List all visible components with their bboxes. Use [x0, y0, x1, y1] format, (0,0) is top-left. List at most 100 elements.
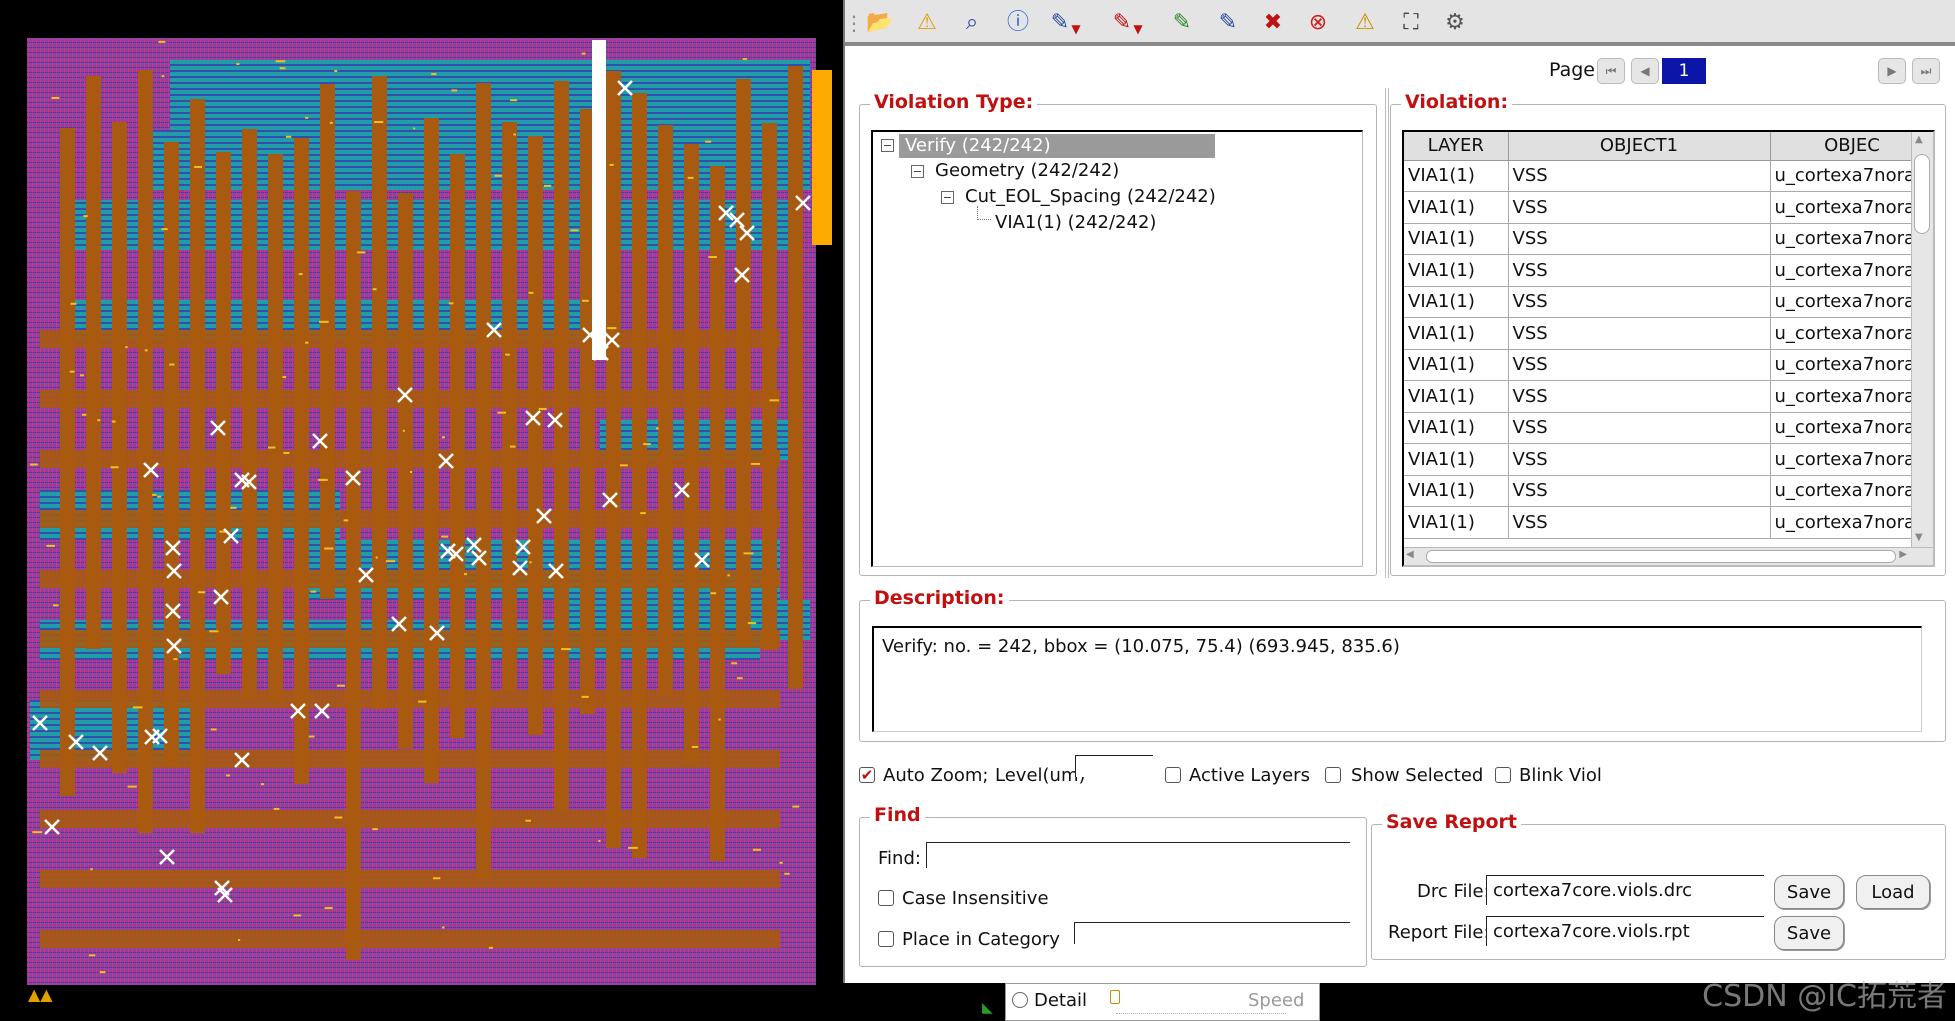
- tree-node-verify[interactable]: Verify (242/242): [899, 134, 1215, 158]
- table-row[interactable]: VIA1(1) VSS u_cortexa7nora: [1404, 223, 1933, 255]
- metal-bit: [51, 96, 60, 99]
- table-row[interactable]: VIA1(1) VSS u_cortexa7nora: [1404, 349, 1933, 381]
- table-row[interactable]: VIA1(1) VSS u_cortexa7nora: [1404, 475, 1933, 507]
- find-input[interactable]: [926, 842, 1350, 868]
- mark-pen-dropdown-icon[interactable]: ▼: [1131, 14, 1145, 44]
- violation-type-tree: − Verify (242/242) − Geometry (242/242) …: [871, 130, 1363, 567]
- tree-node-geometry[interactable]: Geometry (242/242): [935, 160, 1119, 181]
- table-row[interactable]: VIA1(1) VSS u_cortexa7nora: [1404, 160, 1933, 192]
- delete-icon[interactable]: ✖: [1258, 8, 1288, 38]
- table-row[interactable]: VIA1(1) VSS u_cortexa7nora: [1404, 506, 1933, 539]
- scroll-right-icon[interactable]: ▶: [1899, 549, 1907, 560]
- metal-bit: [319, 320, 329, 323]
- side-marker: [812, 70, 832, 245]
- table-vertical-scrollbar[interactable]: ▲ ▼: [1911, 132, 1933, 565]
- metal-bit: [598, 840, 601, 843]
- auto-zoom-checkbox[interactable]: ✔: [859, 767, 875, 783]
- layout-drawing[interactable]: ▲▲: [0, 0, 843, 1021]
- next-page-icon[interactable]: ▶: [1878, 58, 1906, 84]
- metal-stripe: [86, 76, 101, 649]
- table-cell: VSS: [1508, 443, 1771, 476]
- open-folder-icon[interactable]: 📂: [865, 8, 895, 38]
- clear-pen-icon[interactable]: ✎: [1213, 8, 1243, 38]
- collapse-icon[interactable]: −: [911, 165, 924, 178]
- blink-viol-checkbox[interactable]: [1495, 767, 1511, 783]
- load-drc-button[interactable]: Load: [1856, 875, 1930, 909]
- settings-icon[interactable]: ⚙: [1440, 8, 1470, 38]
- stop-icon[interactable]: ⊗: [1303, 8, 1333, 38]
- table-row[interactable]: VIA1(1) VSS u_cortexa7nora: [1404, 412, 1933, 444]
- prev-page-icon[interactable]: ◀: [1631, 58, 1659, 84]
- metal-bit: [46, 544, 56, 547]
- table-row[interactable]: VIA1(1) VSS u_cortexa7nora: [1404, 191, 1933, 224]
- level-input[interactable]: [1075, 755, 1153, 777]
- toolbar: ⋮ 📂 ⚠ ⌕ ⓘ ✎ ▼ ✎ ▼ ✎ ✎ ✖ ⊗ ⚠ ⛶ ⚙: [844, 0, 1955, 46]
- metal-stripe: [242, 129, 257, 699]
- description-group: Description: Verify: no. = 242, bbox = (…: [859, 587, 1946, 742]
- toolbar-grip[interactable]: ⋮: [844, 8, 864, 38]
- fix-pen-icon[interactable]: ✎: [1167, 8, 1197, 38]
- metal-bit: [525, 819, 531, 822]
- zoom-select-icon[interactable]: ⌕: [957, 8, 987, 38]
- warning-icon[interactable]: ⚠: [1350, 8, 1380, 38]
- collapse-icon[interactable]: −: [881, 139, 894, 152]
- report-file-input[interactable]: cortexa7core.viols.rpt: [1486, 916, 1764, 946]
- splitter[interactable]: [1385, 88, 1389, 578]
- table-cell: VIA1(1): [1404, 191, 1509, 224]
- table-row[interactable]: VIA1(1) VSS u_cortexa7nora: [1404, 317, 1933, 350]
- table-cell: VSS: [1508, 475, 1771, 507]
- table-horizontal-scrollbar[interactable]: ◀ ▶: [1404, 547, 1933, 565]
- drc-file-input[interactable]: cortexa7core.viols.drc: [1486, 875, 1764, 905]
- scroll-up-icon[interactable]: ▲: [1915, 134, 1923, 145]
- table-row[interactable]: VIA1(1) VSS u_cortexa7nora: [1404, 286, 1933, 318]
- info-icon[interactable]: ⓘ: [1003, 8, 1033, 38]
- table-horizontal-scrollbar-thumb[interactable]: [1426, 550, 1896, 563]
- table-cell: VSS: [1508, 317, 1771, 350]
- place-in-category-label: Place in Category: [902, 929, 1060, 950]
- table-cell: u_cortexa7nora: [1770, 191, 1933, 224]
- metal-bit: [343, 519, 349, 522]
- metal-bit: [509, 445, 516, 448]
- last-page-icon[interactable]: ⏭: [1912, 58, 1940, 84]
- save-drc-button[interactable]: Save: [1774, 875, 1844, 909]
- active-layers-checkbox[interactable]: [1165, 767, 1181, 783]
- metal-bit: [334, 70, 338, 73]
- metal-bit: [99, 971, 106, 974]
- table-row[interactable]: VIA1(1) VSS u_cortexa7nora: [1404, 254, 1933, 287]
- tree-node-cut-eol-spacing[interactable]: Cut_EOL_Spacing (242/242): [965, 186, 1216, 207]
- metal-stripe: [40, 690, 780, 708]
- table-vertical-scrollbar-thumb[interactable]: [1914, 154, 1930, 234]
- save-report-button[interactable]: Save: [1774, 916, 1844, 950]
- column-header[interactable]: OBJEC: [1770, 132, 1933, 161]
- metal-bit: [561, 648, 571, 651]
- detail-radio[interactable]: [1012, 992, 1028, 1008]
- warning-pen-icon[interactable]: ⚠: [912, 8, 942, 38]
- bottom-toolbar: Detail Speed: [1005, 983, 1320, 1021]
- metal-bit: [640, 512, 646, 515]
- layout-canvas[interactable]: ▲▲: [0, 0, 843, 1021]
- table-cell: VSS: [1508, 160, 1771, 192]
- category-input[interactable]: [1074, 922, 1350, 944]
- show-selected-checkbox[interactable]: [1325, 767, 1341, 783]
- place-in-category-checkbox[interactable]: [878, 931, 894, 947]
- metal-bit: [464, 573, 468, 576]
- metal-stripe: [658, 125, 673, 695]
- scroll-down-icon[interactable]: ▼: [1915, 532, 1923, 543]
- table-cell: u_cortexa7nora: [1770, 317, 1933, 350]
- collapse-icon[interactable]: −: [941, 191, 954, 204]
- page-number-field[interactable]: 1: [1662, 58, 1706, 84]
- scroll-left-icon[interactable]: ◀: [1406, 549, 1414, 560]
- table-row[interactable]: VIA1(1) VSS u_cortexa7nora: [1404, 380, 1933, 413]
- speed-slider-handle[interactable]: [1110, 990, 1120, 1004]
- table-row[interactable]: VIA1(1) VSS u_cortexa7nora: [1404, 443, 1933, 476]
- first-page-icon[interactable]: ⏮: [1597, 58, 1625, 84]
- network-icon[interactable]: ⛶: [1396, 8, 1426, 38]
- column-header[interactable]: OBJECT1: [1508, 132, 1771, 161]
- case-insensitive-checkbox[interactable]: [878, 890, 894, 906]
- tree-node-via1[interactable]: VIA1(1) (242/242): [995, 212, 1156, 233]
- metal-bit: [409, 471, 413, 474]
- select-pen-dropdown-icon[interactable]: ▼: [1069, 14, 1083, 44]
- metal-bit: [53, 604, 59, 607]
- metal-bit: [275, 60, 286, 63]
- column-header[interactable]: LAYER: [1404, 132, 1509, 161]
